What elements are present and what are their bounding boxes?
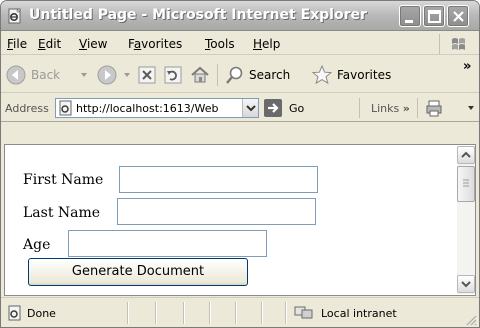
address-label: Address bbox=[5, 102, 49, 115]
status-divider bbox=[209, 302, 210, 324]
chevron-up-icon bbox=[461, 151, 471, 158]
address-url: http://localhost:1613/Web bbox=[76, 102, 219, 115]
back-dropdown[interactable] bbox=[80, 56, 88, 93]
search-icon bbox=[226, 66, 243, 84]
ie-page-icon bbox=[59, 100, 72, 116]
status-divider bbox=[285, 302, 286, 324]
toolbar-overflow-label: » bbox=[463, 59, 472, 74]
address-dropdown-button[interactable] bbox=[242, 99, 258, 117]
menu-tools[interactable]: Tools bbox=[205, 37, 235, 51]
stop-button[interactable] bbox=[137, 56, 157, 93]
grip-icon bbox=[463, 179, 469, 187]
address-separator bbox=[359, 98, 360, 118]
first-name-label: First Name bbox=[23, 172, 104, 188]
star-icon bbox=[311, 64, 333, 84]
menu-edit[interactable]: Edit bbox=[38, 37, 61, 51]
go-button[interactable]: Go bbox=[263, 98, 304, 118]
close-icon bbox=[453, 11, 464, 22]
scroll-down-button[interactable] bbox=[457, 275, 475, 293]
window-title: Untitled Page - Microsoft Internet Explo… bbox=[29, 7, 367, 23]
stop-icon bbox=[138, 66, 156, 83]
last-name-field[interactable] bbox=[117, 198, 316, 225]
print-button[interactable] bbox=[425, 98, 447, 121]
maximize-button[interactable] bbox=[423, 5, 445, 27]
intranet-icon bbox=[294, 306, 313, 319]
toolbar-separator bbox=[217, 64, 218, 86]
home-icon bbox=[191, 66, 209, 82]
status-bar: Done Local intranet bbox=[1, 297, 479, 327]
address-bar: Address http://localhost:1613/Web Go Lin… bbox=[1, 94, 479, 122]
refresh-button[interactable] bbox=[163, 56, 183, 93]
status-divider bbox=[261, 302, 262, 324]
address-separator bbox=[417, 98, 418, 118]
back-arrow-icon bbox=[6, 65, 26, 84]
home-button[interactable] bbox=[189, 56, 211, 93]
links-button[interactable]: Links » bbox=[371, 102, 410, 115]
refresh-icon bbox=[164, 66, 182, 83]
age-field[interactable] bbox=[68, 230, 267, 257]
chevron-down-icon bbox=[246, 105, 256, 112]
resize-grip-icon[interactable] bbox=[465, 314, 477, 326]
back-button[interactable]: Back bbox=[5, 56, 60, 93]
menu-bar: File Edit View Favorites Tools Help bbox=[1, 32, 479, 55]
menu-help[interactable]: Help bbox=[253, 37, 280, 51]
page-content: First Name Last Name Age Generate Docume… bbox=[5, 146, 458, 294]
chevron-down-icon bbox=[461, 281, 471, 288]
age-label: Age bbox=[23, 237, 51, 253]
standard-toolbar: Back Search Favorites » bbox=[1, 56, 479, 93]
search-button[interactable]: Search bbox=[223, 56, 290, 93]
generate-document-button[interactable]: Generate Document bbox=[28, 258, 248, 286]
forward-button[interactable] bbox=[96, 56, 118, 93]
status-divider bbox=[155, 302, 156, 324]
title-bar[interactable]: Untitled Page - Microsoft Internet Explo… bbox=[1, 1, 479, 31]
chevron-down-icon bbox=[124, 72, 130, 77]
close-button[interactable] bbox=[447, 5, 469, 27]
chevron-down-icon bbox=[468, 106, 474, 110]
scroll-up-button[interactable] bbox=[457, 146, 475, 164]
minimize-icon bbox=[405, 20, 413, 23]
scroll-thumb[interactable] bbox=[457, 166, 475, 202]
print-dropdown[interactable] bbox=[467, 102, 475, 115]
address-input[interactable]: http://localhost:1613/Web bbox=[55, 98, 259, 118]
status-text: Done bbox=[27, 307, 56, 320]
forward-arrow-icon bbox=[97, 65, 117, 84]
browser-window: Untitled Page - Microsoft Internet Explo… bbox=[0, 0, 480, 328]
last-name-label: Last Name bbox=[23, 205, 101, 221]
printer-icon bbox=[426, 100, 442, 117]
toolbar-chevron-button[interactable]: » bbox=[463, 48, 471, 85]
go-arrow-icon bbox=[264, 99, 282, 117]
chevron-down-icon bbox=[81, 72, 87, 77]
status-divider bbox=[127, 302, 128, 324]
forward-dropdown[interactable] bbox=[123, 56, 131, 93]
first-name-field[interactable] bbox=[119, 166, 318, 193]
minimize-button[interactable] bbox=[399, 5, 421, 27]
maximize-icon bbox=[428, 10, 441, 23]
status-divider bbox=[235, 302, 236, 324]
menu-file[interactable]: File bbox=[7, 37, 27, 51]
security-zone-label: Local intranet bbox=[321, 307, 397, 320]
ie-page-icon bbox=[8, 305, 21, 321]
favorites-button[interactable]: Favorites bbox=[311, 56, 391, 93]
menu-favorites[interactable]: Favorites bbox=[128, 37, 182, 51]
status-divider bbox=[183, 302, 184, 324]
menu-view[interactable]: View bbox=[79, 37, 107, 51]
ie-page-icon bbox=[7, 8, 23, 24]
vertical-scrollbar[interactable] bbox=[457, 146, 475, 294]
